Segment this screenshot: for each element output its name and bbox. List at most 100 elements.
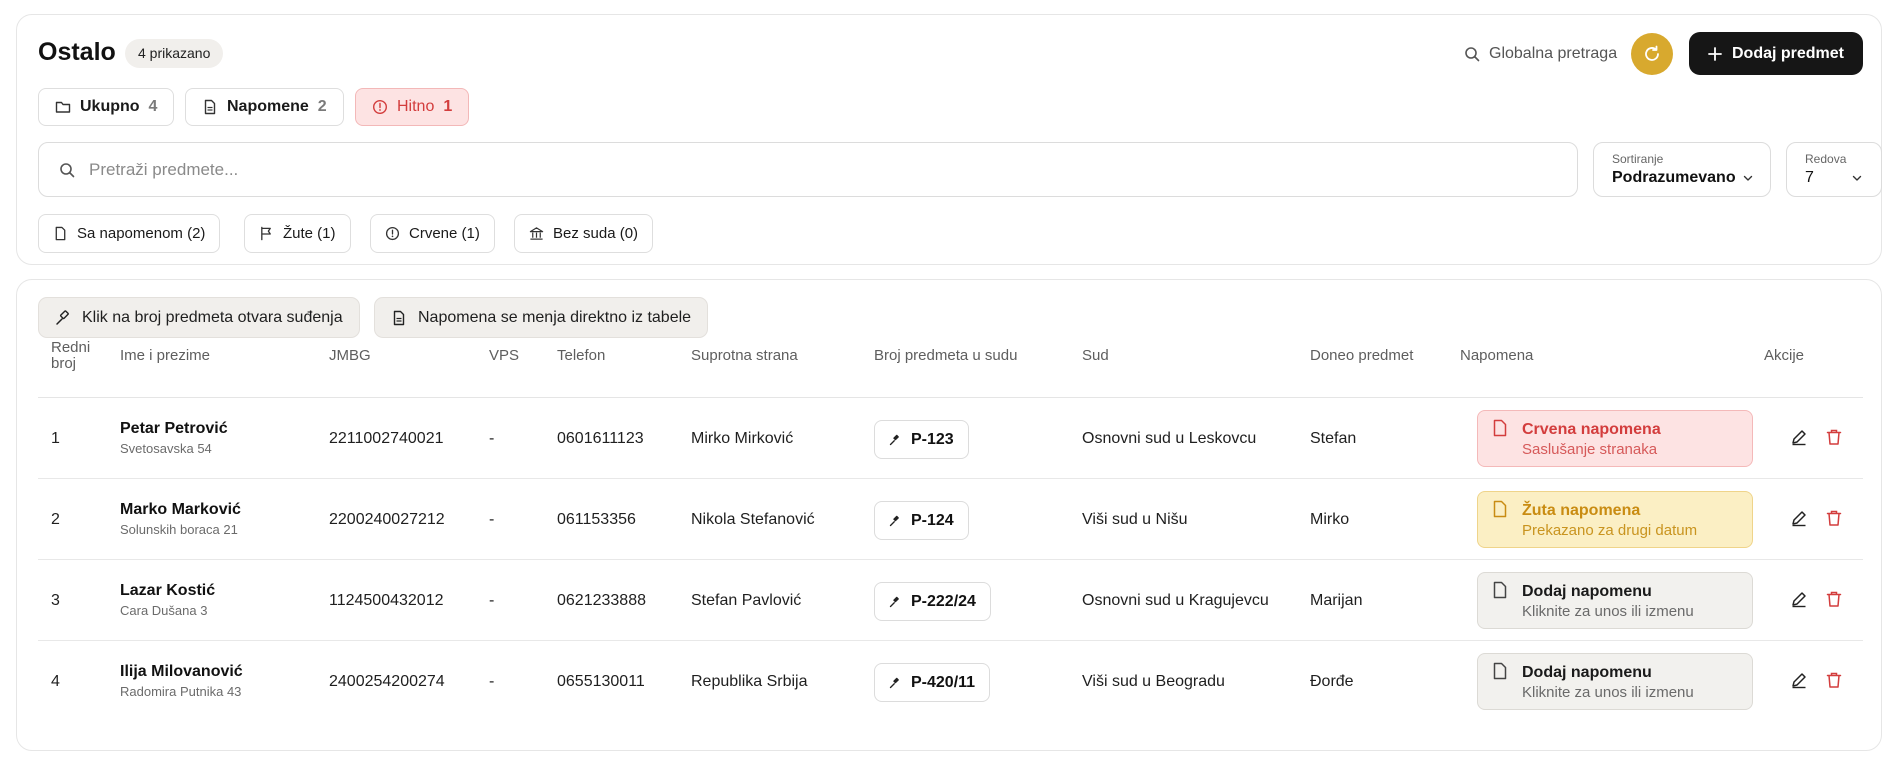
edit-icon[interactable] [1790,671,1808,689]
case-number: P-123 [911,430,954,448]
col-header-court: Sud [1082,347,1109,364]
document-icon [1492,500,1508,518]
alert-circle-icon [385,226,400,241]
hint-note-edit: Napomena se menja direktno iz tabele [374,297,709,338]
add-case-button[interactable]: Dodaj predmet [1689,32,1863,75]
delete-icon[interactable] [1825,590,1843,608]
case-number: P-222/24 [911,592,976,610]
case-search-input[interactable] [89,159,1489,180]
filter-with-note-label: Sa napomenom (2) [77,225,206,242]
edit-icon[interactable] [1790,428,1808,446]
delete-icon[interactable] [1825,428,1843,446]
rows-select-label: Redova [1805,152,1847,166]
rows-per-page-select[interactable]: Redova 7 [1786,142,1882,197]
client-address: Cara Dušana 3 [120,603,208,618]
filter-no-court-label: Bez suda (0) [553,225,639,242]
shown-count-badge: 4 prikazano [125,39,224,68]
brought-by: Đorđe [1310,673,1354,690]
note-title: Žuta napomena [1522,502,1641,519]
client-address: Svetosavska 54 [120,441,212,456]
delete-icon[interactable] [1825,671,1843,689]
col-header-note: Napomena [1460,347,1534,364]
vps: - [489,592,495,609]
global-search-label: Globalna pretraga [1489,45,1618,62]
note-cell-red[interactable]: Crvena napomena Saslušanje stranaka [1477,410,1753,467]
sort-select[interactable]: Sortiranje Podrazumevano [1593,142,1771,197]
hint-note-edit-label: Napomena se menja direktno iz tabele [418,308,692,326]
refresh-icon [1642,44,1662,64]
folder-icon [55,99,71,115]
rows-select-value: 7 [1805,169,1814,186]
cases-table-card: Klik na broj predmeta otvara suđenja Nap… [16,279,1882,751]
opposing-party: Mirko Mirković [691,430,794,447]
toolbar-card: Ostalo 4 prikazano Globalna pretraga Dod… [16,14,1882,265]
note-subtitle: Kliknite za unos ili izmenu [1522,684,1694,701]
case-search-box[interactable] [38,142,1578,197]
filter-red[interactable]: Crvene (1) [370,214,495,253]
filter-red-label: Crvene (1) [409,225,480,242]
court: Osnovni sud u Leskovcu [1082,430,1257,447]
col-header-opposing: Suprotna strana [691,347,798,364]
gavel-icon [889,596,901,608]
refresh-button[interactable] [1631,33,1673,75]
brought-by: Marijan [1310,592,1363,609]
tab-urgent[interactable]: Hitno 1 [355,88,470,126]
jmbg: 2400254200274 [329,673,445,690]
tab-urgent-count: 1 [443,98,453,115]
opposing-party: Nikola Stefanović [691,511,815,528]
opposing-party: Republika Srbija [691,673,808,690]
courthouse-icon [529,226,544,241]
col-header-vps: VPS [489,347,520,364]
note-title: Dodaj napomenu [1522,583,1652,600]
col-header-jmbg: JMBG [329,347,371,364]
filter-yellow[interactable]: Žute (1) [244,214,351,253]
court: Viši sud u Beogradu [1082,673,1225,690]
case-number-button[interactable]: P-222/24 [874,582,991,621]
client-name: Ilija Milovanović [120,663,243,680]
edit-icon[interactable] [1790,590,1808,608]
note-subtitle: Prekazano za drugi datum [1522,522,1698,539]
plus-icon [1708,46,1722,61]
col-header-number: Redni broj [51,340,90,372]
chevron-down-icon [1851,172,1863,184]
vps: - [489,673,495,690]
global-search-button[interactable]: Globalna pretraga [1464,41,1617,67]
client-name: Lazar Kostić [120,582,216,599]
note-cell-empty[interactable]: Dodaj napomenu Kliknite za unos ili izme… [1477,572,1753,629]
tab-total[interactable]: Ukupno 4 [38,88,175,126]
col-header-phone: Telefon [557,347,606,364]
edit-icon[interactable] [1790,509,1808,527]
phone: 0621233888 [557,592,646,609]
tab-notes-count: 2 [317,98,327,115]
gavel-icon [889,434,901,446]
filter-yellow-label: Žute (1) [283,225,336,242]
vps: - [489,511,495,528]
gavel-icon [55,309,71,326]
phone: 0655130011 [557,673,645,690]
note-title: Dodaj napomenu [1522,664,1652,681]
document-icon [1492,419,1508,437]
filter-with-note[interactable]: Sa napomenom (2) [38,214,221,253]
jmbg: 2211002740021 [329,430,444,447]
case-number-button[interactable]: P-420/11 [874,663,991,702]
note-title: Crvena napomena [1522,421,1661,438]
sort-select-value: Podrazumevano [1612,169,1736,186]
page-title: Ostalo [38,38,116,66]
case-number-button[interactable]: P-124 [874,501,969,540]
row-number: 4 [51,673,60,690]
delete-icon[interactable] [1825,509,1843,527]
tab-total-count: 4 [148,98,158,115]
hint-case-click: Klik na broj predmeta otvara suđenja [38,297,360,338]
tab-notes[interactable]: Napomene 2 [185,88,344,126]
row-number: 2 [51,511,60,528]
col-header-brought-by: Doneo predmet [1310,347,1414,364]
search-icon [1464,46,1480,62]
chevron-down-icon [1742,172,1754,184]
note-cell-yellow[interactable]: Žuta napomena Prekazano za drugi datum [1477,491,1753,548]
filter-no-court[interactable]: Bez suda (0) [514,214,654,253]
note-cell-empty[interactable]: Dodaj napomenu Kliknite za unos ili izme… [1477,653,1753,710]
col-header-name: Ime i prezime [120,347,211,364]
client-name: Marko Marković [120,501,241,518]
document-icon [391,310,407,326]
case-number-button[interactable]: P-123 [874,420,969,459]
